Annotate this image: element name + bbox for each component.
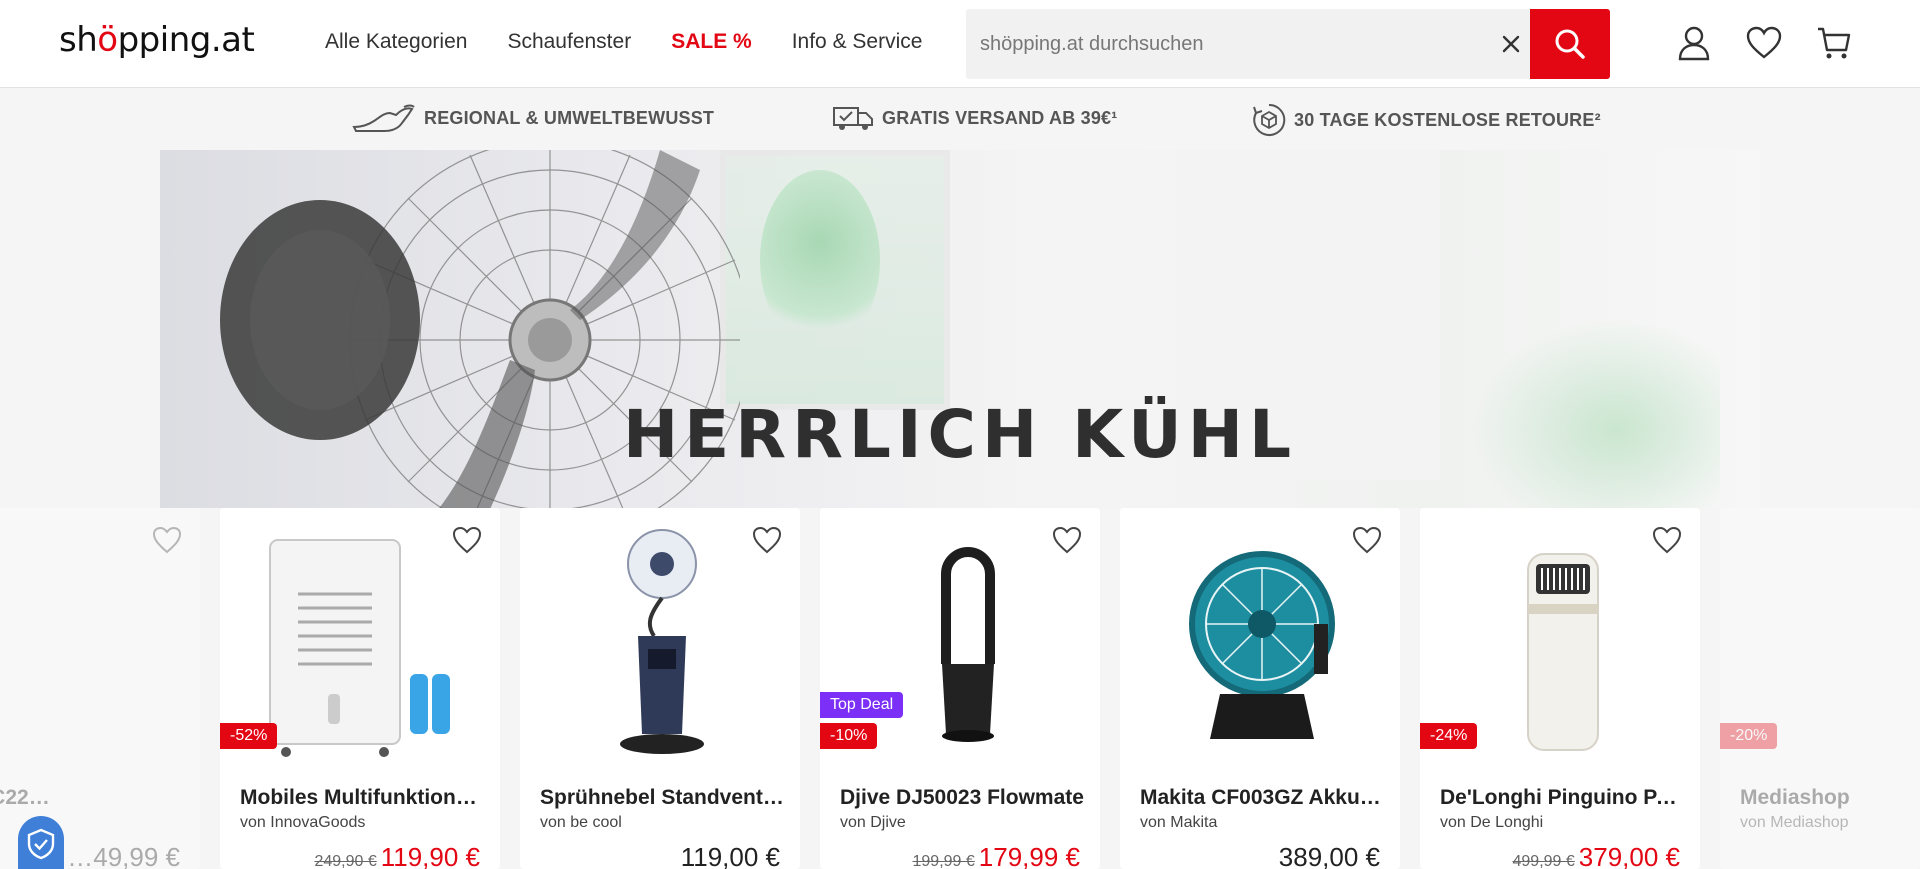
product-sale-price: 119,90 €: [380, 842, 480, 869]
search-bar: [966, 9, 1610, 79]
product-name[interactable]: Mobiles Multifunktions-Klimagerät: [240, 786, 485, 810]
top-deal-badge: Top Deal: [820, 692, 904, 718]
product-brand: von Mediashop: [1740, 814, 1849, 831]
product-current-price: 389,00 €: [1278, 842, 1380, 869]
nav-showcase[interactable]: Schaufenster: [507, 30, 631, 54]
product-image-portable-ac[interactable]: [1450, 524, 1670, 764]
product-old-price: 499,99 €: [1512, 853, 1575, 869]
product-name[interactable]: Sprühnebel Standventilator: [540, 786, 785, 810]
nav-sale[interactable]: SALE %: [671, 30, 752, 54]
logo-text-suffix: pping.at: [117, 20, 255, 60]
logo-text-prefix: sh: [59, 20, 98, 60]
truck-icon: [833, 107, 873, 130]
discount-badge: -20%: [1720, 723, 1778, 749]
search-icon: [1555, 29, 1585, 59]
main-nav: Alle Kategorien Schaufenster SALE % Info…: [325, 30, 922, 54]
hero-banner[interactable]: HERRLICH KÜHL: [160, 150, 1760, 508]
product-price: 499,99 €379,00 €: [1513, 842, 1681, 869]
product-sale-price: 179,99 €: [978, 842, 1080, 869]
clear-search-icon[interactable]: [1491, 9, 1531, 79]
product-name[interactable]: …SAC22…: [0, 786, 185, 810]
product-card[interactable]: Top Deal -10% Djive DJ50023 Flowmate von…: [820, 508, 1100, 869]
product-price: 249,90 €119,90 €: [314, 842, 480, 869]
user-icon[interactable]: [1676, 24, 1712, 62]
product-price: 389,00 €: [1279, 842, 1380, 869]
product-current-price: …49,99 €: [67, 842, 180, 869]
search-submit-button[interactable]: [1530, 9, 1610, 79]
product-price: 119,00 €: [681, 842, 780, 869]
product-card[interactable]: …SAC22… …49,99 €: [0, 508, 200, 869]
product-brand: von be cool: [540, 814, 622, 831]
product-image-cordless-fan[interactable]: [1150, 524, 1370, 764]
discount-badge: -24%: [1420, 723, 1478, 749]
product-card[interactable]: -20% Mediashop von Mediashop: [1720, 508, 1920, 869]
product-price: …49,99 €: [67, 842, 180, 869]
product-name[interactable]: Djive DJ50023 Flowmate: [840, 786, 1085, 810]
product-card[interactable]: Makita CF003GZ Akku-Ventilator von Makit…: [1120, 508, 1400, 869]
product-brand: von Djive: [840, 814, 906, 831]
wishlist-heart-icon[interactable]: [1746, 24, 1782, 62]
product-image-mist-fan[interactable]: [550, 524, 770, 764]
product-image-bladeless-fan[interactable]: [850, 524, 1070, 764]
product-brand: von De Longhi: [1440, 814, 1544, 831]
usp-returns-label: 30 TAGE KOSTENLOSE RETOURE²: [1294, 109, 1601, 130]
hero-title: HERRLICH KÜHL: [622, 396, 1298, 473]
product-image-air-cooler[interactable]: [250, 524, 470, 764]
site-logo[interactable]: shöpping.at: [59, 20, 255, 60]
product-sale-price: 379,00 €: [1578, 842, 1680, 869]
nav-all-categories[interactable]: Alle Kategorien: [325, 30, 467, 54]
shield-check-icon: [27, 828, 55, 860]
product-brand: von InnovaGoods: [240, 814, 366, 831]
sneaker-icon: [352, 104, 415, 132]
product-current-price: 119,00 €: [680, 842, 780, 869]
product-name[interactable]: Makita CF003GZ Akku-Ventilator: [1140, 786, 1385, 810]
usp-shipping-label: GRATIS VERSAND AB 39€¹: [882, 107, 1118, 128]
product-price: 199,99 €179,99 €: [913, 842, 1081, 869]
discount-badge: -52%: [220, 723, 278, 749]
nav-info-service[interactable]: Info & Service: [792, 30, 923, 54]
product-brand: von Makita: [1140, 814, 1218, 831]
privacy-settings-button[interactable]: [18, 816, 64, 869]
site-header: shöpping.at Alle Kategorien Schaufenster…: [0, 0, 1920, 88]
product-card[interactable]: Sprühnebel Standventilator von be cool 1…: [520, 508, 800, 869]
product-carousel: …SAC22… …49,99 € -52% Mobiles Multifunkt…: [0, 508, 1920, 869]
product-name[interactable]: De'Longhi Pinguino PAC EM82: [1440, 786, 1685, 810]
usp-regional-label: REGIONAL & UMWELTBEWUSST: [424, 107, 715, 128]
usp-returns: 30 TAGE KOSTENLOSE RETOURE²: [1252, 103, 1601, 137]
wishlist-heart-icon[interactable]: [152, 526, 182, 554]
product-card[interactable]: -52% Mobiles Multifunktions-Klimagerät v…: [220, 508, 500, 869]
return-box-icon: [1253, 103, 1286, 136]
product-name[interactable]: Mediashop: [1740, 786, 1910, 810]
usp-bar: REGIONAL & UMWELTBEWUSST GRATIS VERSAND …: [0, 89, 1920, 149]
hero-leaf-art: [760, 170, 880, 350]
product-old-price: 249,90 €: [314, 853, 377, 869]
usp-regional: REGIONAL & UMWELTBEWUSST: [352, 103, 714, 133]
product-old-price: 199,99 €: [912, 853, 975, 869]
search-input[interactable]: [980, 9, 1480, 79]
usp-shipping: GRATIS VERSAND AB 39€¹: [832, 103, 1117, 133]
discount-badge: -10%: [820, 723, 878, 749]
logo-text-accent: ö: [97, 20, 118, 60]
header-actions: [1676, 24, 1852, 62]
product-card[interactable]: -24% De'Longhi Pinguino PAC EM82 von De …: [1420, 508, 1700, 869]
cart-icon[interactable]: [1816, 24, 1852, 62]
